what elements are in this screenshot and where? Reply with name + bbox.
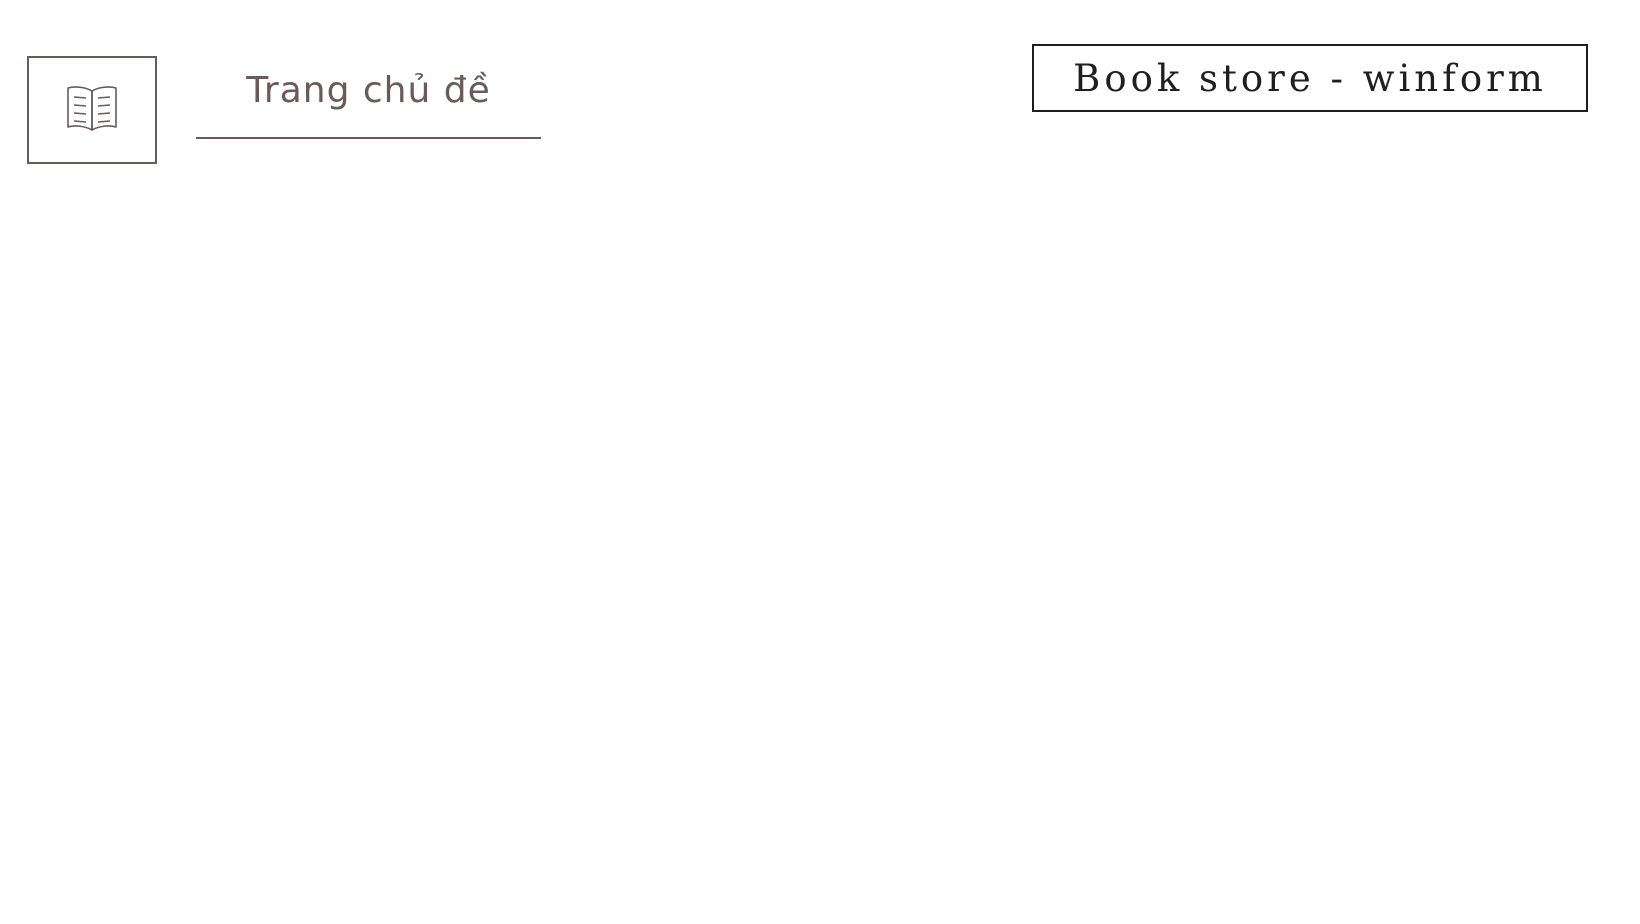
app-name-label: Book store - winform xyxy=(1032,44,1588,112)
page: Trang chủ đề Book store - winform xyxy=(0,0,1640,924)
open-book-icon xyxy=(65,83,119,138)
logo-box xyxy=(27,56,157,164)
page-title-area: Trang chủ đề xyxy=(196,60,541,140)
page-title: Trang chủ đề xyxy=(246,70,491,111)
title-underline xyxy=(196,137,541,139)
